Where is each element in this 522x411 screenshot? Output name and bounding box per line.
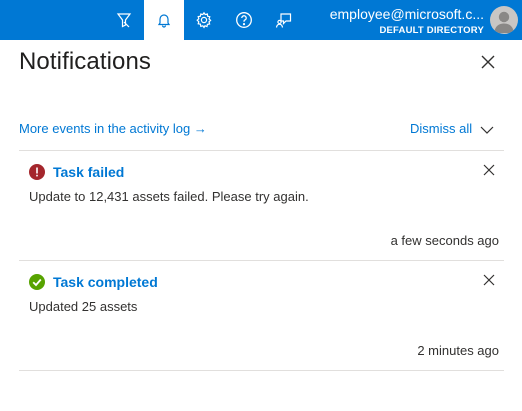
filter-icon (115, 11, 133, 29)
close-panel-button[interactable] (479, 55, 497, 73)
notification-title[interactable]: Task failed (53, 164, 124, 180)
directory-filter-button[interactable] (104, 0, 144, 40)
top-bar: employee@microsoft.c... DEFAULT DIRECTOR… (0, 0, 522, 40)
dismiss-all-button[interactable]: Dismiss all (410, 121, 472, 136)
error-icon (29, 164, 45, 180)
account-directory: DEFAULT DIRECTORY (379, 25, 484, 36)
notification-message: Update to 12,431 assets failed. Please t… (29, 189, 309, 204)
help-button[interactable] (224, 0, 264, 40)
dismiss-notification-button[interactable] (482, 273, 496, 291)
gear-icon (195, 11, 213, 29)
notification-card-failed: Task failed Update to 12,431 assets fail… (19, 151, 504, 260)
help-icon (235, 11, 253, 29)
close-icon (481, 55, 495, 74)
activity-log-link[interactable]: More events in the activity log → (19, 121, 207, 136)
notification-time: 2 minutes ago (417, 343, 499, 358)
notification-time: a few seconds ago (390, 233, 499, 248)
account-email: employee@microsoft.c... (329, 6, 484, 22)
divider (19, 370, 504, 371)
dismiss-notification-button[interactable] (482, 163, 496, 181)
notification-card-completed: Task completed Updated 25 assets 2 minut… (19, 261, 504, 370)
notifications-button[interactable] (144, 0, 184, 40)
notification-message: Updated 25 assets (29, 299, 138, 314)
close-icon (483, 163, 495, 181)
bell-icon (156, 12, 172, 28)
panel-title: Notifications (19, 48, 152, 75)
notification-title[interactable]: Task completed (53, 274, 158, 290)
account-info[interactable]: employee@microsoft.c... DEFAULT DIRECTOR… (284, 5, 484, 37)
chevron-down-icon[interactable] (479, 123, 495, 135)
user-avatar-icon (494, 11, 514, 33)
avatar[interactable] (490, 6, 518, 34)
settings-button[interactable] (184, 0, 224, 40)
close-icon (483, 273, 495, 291)
success-check-icon (29, 274, 45, 290)
